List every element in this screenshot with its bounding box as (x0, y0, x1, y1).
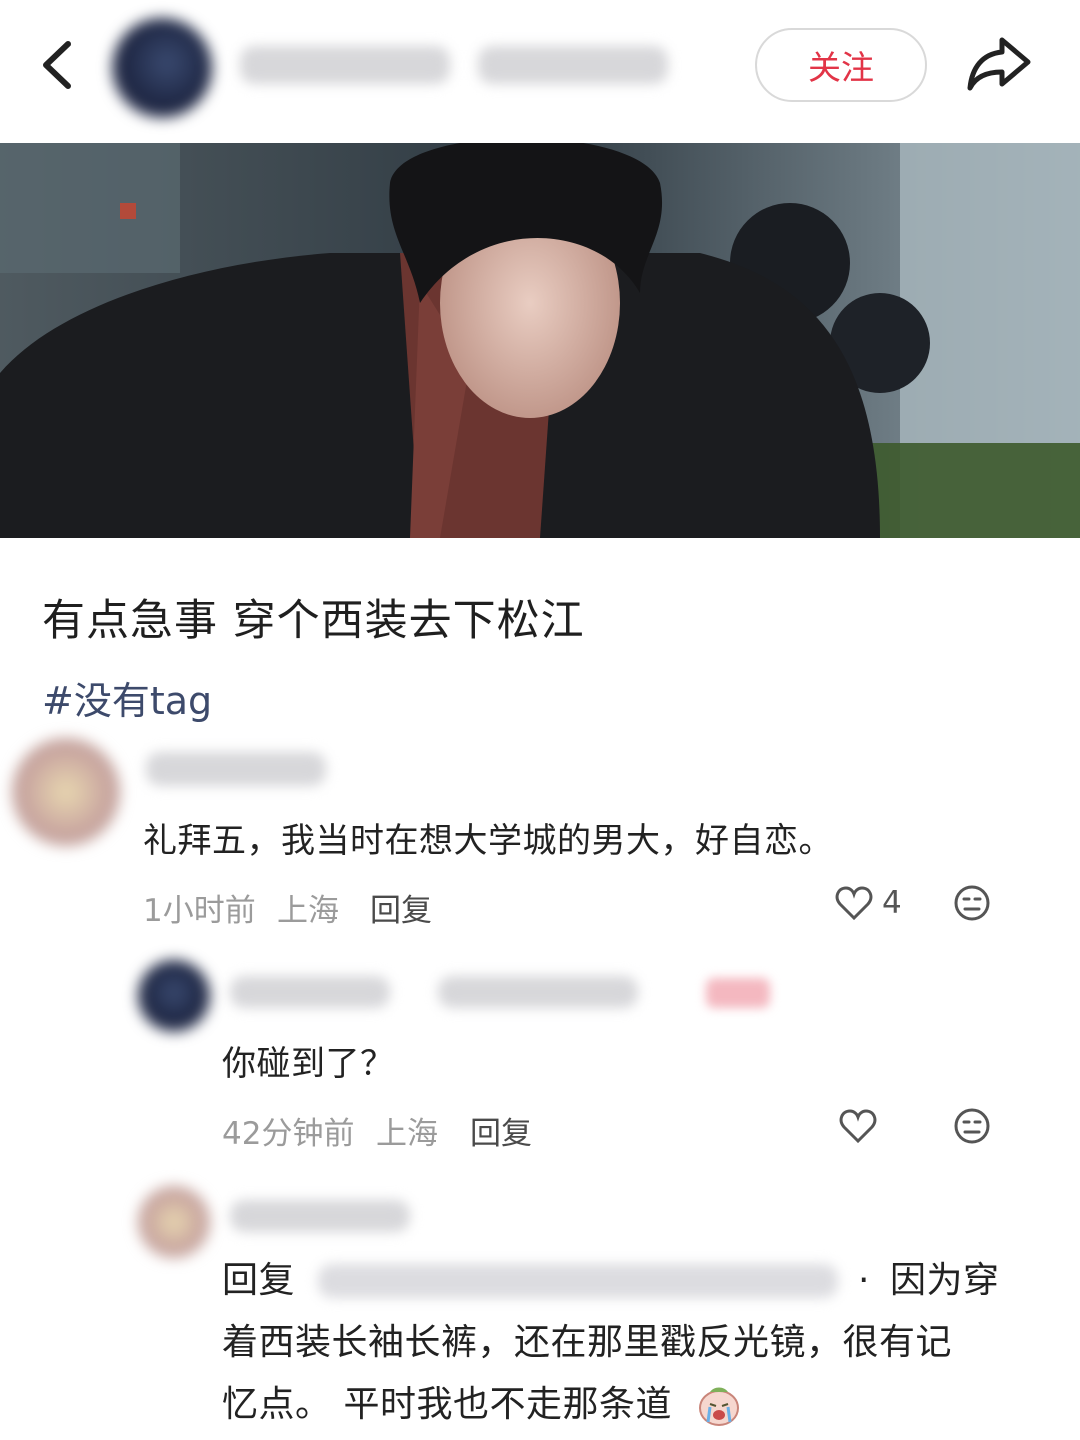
replier-avatar[interactable] (138, 960, 210, 1032)
mention-separator: · (858, 1260, 870, 1301)
like-button[interactable] (838, 1107, 878, 1147)
share-button[interactable] (962, 32, 1036, 98)
author-avatar[interactable] (112, 18, 212, 118)
post-title: 有点急事 穿个西装去下松江 (42, 596, 585, 646)
follow-button[interactable]: 关注 (755, 28, 927, 102)
crying-emoji-icon (696, 1382, 742, 1428)
comment-location: 上海 (376, 1116, 438, 1152)
comment-text: 礼拜五，我当时在想大学城的男大，好自恋。 (143, 821, 833, 861)
reply-text-line1: 因为穿 (890, 1260, 1000, 1301)
react-button[interactable] (953, 1107, 991, 1145)
commenter-name[interactable] (230, 1200, 410, 1232)
comment-time: 42分钟前 (222, 1116, 355, 1152)
like-count: 4 (882, 885, 902, 921)
comment-text: 你碰到了？ (222, 1044, 395, 1084)
comment-location: 上海 (277, 893, 339, 929)
reply-text-line3: 忆点。 平时我也不走那条道 (222, 1384, 672, 1425)
replier-name[interactable] (230, 976, 390, 1008)
chevron-left-icon (43, 41, 71, 89)
emoji-icon (954, 885, 990, 921)
comment-time: 1小时前 (143, 893, 256, 929)
mentioned-user[interactable] (318, 1264, 838, 1298)
commenter-name[interactable] (146, 752, 326, 786)
heart-icon (835, 886, 873, 921)
share-icon (967, 37, 1031, 91)
back-button[interactable] (30, 30, 90, 100)
reply-button[interactable]: 回复 (370, 885, 432, 930)
like-button[interactable] (834, 884, 874, 924)
post-image[interactable] (0, 143, 1080, 538)
emoji-icon (954, 1108, 990, 1144)
hashtag-link[interactable]: #没有tag (42, 670, 212, 725)
commenter-avatar[interactable] (12, 738, 120, 846)
replier-subtitle (438, 976, 638, 1008)
author-subtitle (478, 46, 668, 84)
author-badge (706, 978, 770, 1008)
reply-prefix: 回复 (222, 1260, 296, 1301)
commenter-avatar[interactable] (138, 1186, 210, 1258)
reply-text-line2: 着西装长袖长裤，还在那里戳反光镜，很有记 (222, 1322, 953, 1363)
heart-icon (839, 1109, 877, 1144)
react-button[interactable] (953, 884, 991, 922)
author-name[interactable] (240, 46, 450, 84)
reply-button[interactable]: 回复 (470, 1108, 532, 1153)
